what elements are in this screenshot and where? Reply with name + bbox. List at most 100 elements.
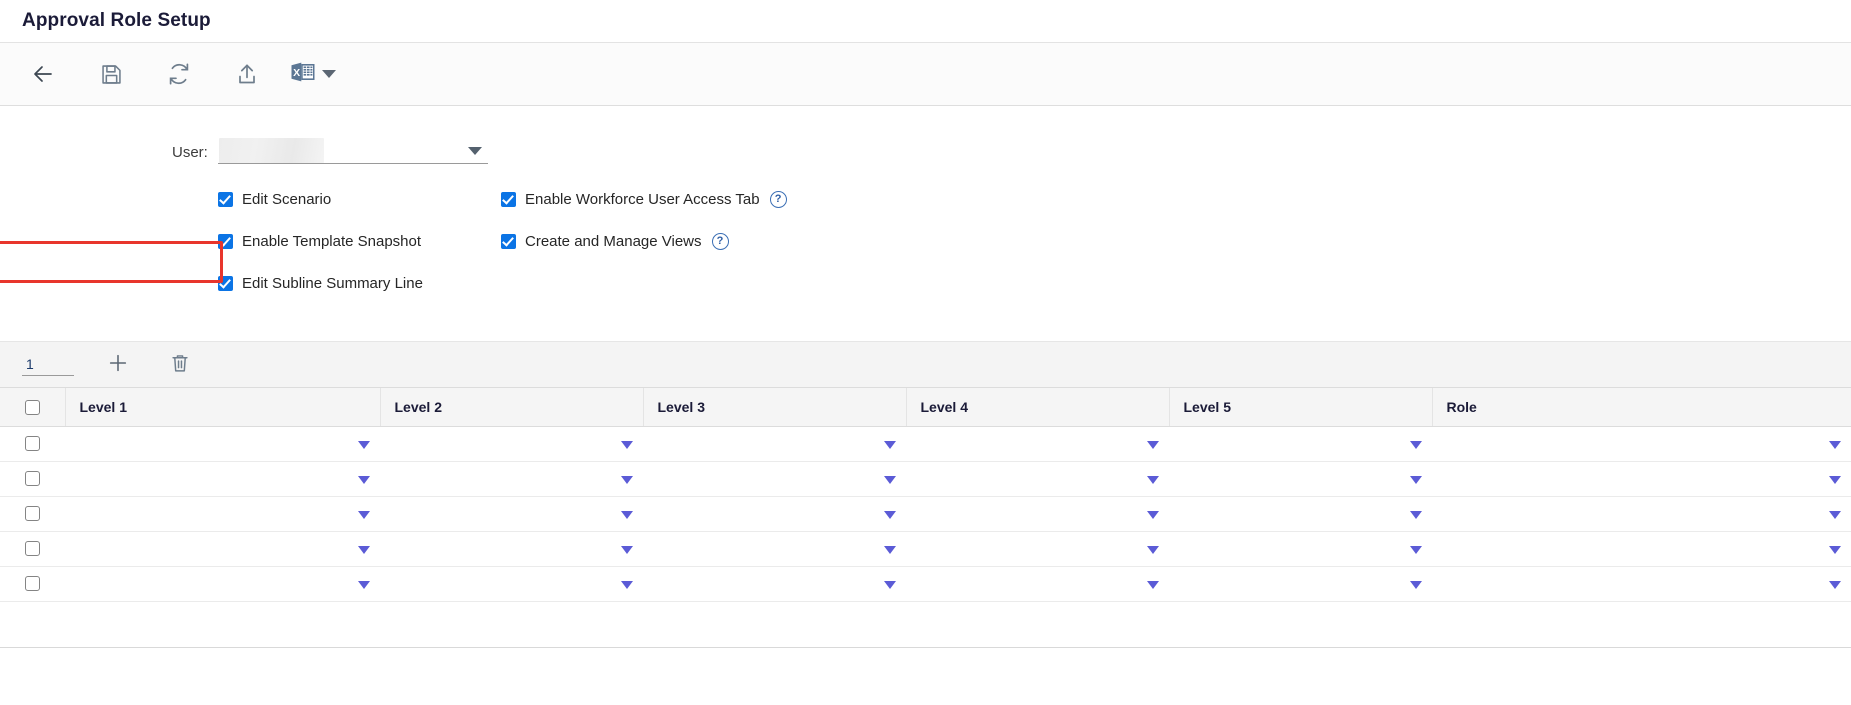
checkbox-edit-subline-summary-line[interactable]: Edit Subline Summary Line xyxy=(218,275,423,292)
select-all-checkbox[interactable] xyxy=(24,400,40,416)
column-header-level-3[interactable]: Level 3 xyxy=(643,388,907,427)
chevron-down-icon[interactable] xyxy=(1410,545,1422,554)
row-select-cell[interactable] xyxy=(0,531,65,567)
upload-export-button[interactable] xyxy=(226,53,268,95)
checkbox-checked-icon[interactable] xyxy=(501,233,516,249)
select-all-header[interactable] xyxy=(0,388,66,427)
chevron-down-icon[interactable] xyxy=(358,580,370,589)
cell-level2[interactable] xyxy=(380,566,643,602)
cell-level4[interactable] xyxy=(906,426,1169,462)
column-header-level-4[interactable]: Level 4 xyxy=(906,388,1170,427)
checkbox-checked-icon[interactable] xyxy=(218,275,233,291)
chevron-down-icon[interactable] xyxy=(322,70,336,78)
checkbox-edit-scenario[interactable]: Edit Scenario xyxy=(218,191,331,208)
row-checkbox[interactable] xyxy=(25,575,40,591)
chevron-down-icon[interactable] xyxy=(1147,475,1159,484)
chevron-down-icon[interactable] xyxy=(621,580,633,589)
user-select[interactable] xyxy=(217,137,488,164)
cell-level5[interactable] xyxy=(1169,496,1432,532)
chevron-down-icon[interactable] xyxy=(884,580,896,589)
cell-role[interactable] xyxy=(1432,426,1851,462)
chevron-down-icon[interactable] xyxy=(621,440,633,449)
cell-role[interactable] xyxy=(1432,461,1851,497)
back-button[interactable] xyxy=(22,53,64,95)
excel-export-menu[interactable]: X xyxy=(290,53,336,95)
help-icon[interactable]: ? xyxy=(711,232,729,250)
checkbox-checked-icon[interactable] xyxy=(501,191,516,207)
row-select-cell[interactable] xyxy=(0,496,65,532)
chevron-down-icon[interactable] xyxy=(621,510,633,519)
chevron-down-icon[interactable] xyxy=(1829,475,1841,484)
cell-level2[interactable] xyxy=(380,426,643,462)
chevron-down-icon[interactable] xyxy=(1410,440,1422,449)
chevron-down-icon[interactable] xyxy=(621,475,633,484)
chevron-down-icon[interactable] xyxy=(358,475,370,484)
row-checkbox[interactable] xyxy=(25,505,40,521)
chevron-down-icon[interactable] xyxy=(358,510,370,519)
cell-level1[interactable] xyxy=(65,426,380,462)
chevron-down-icon[interactable] xyxy=(884,510,896,519)
cell-level1[interactable] xyxy=(65,531,380,567)
row-checkbox[interactable] xyxy=(25,540,40,556)
row-checkbox[interactable] xyxy=(25,435,40,451)
chevron-down-icon[interactable] xyxy=(1410,580,1422,589)
row-select-cell[interactable] xyxy=(0,566,65,602)
cell-level5[interactable] xyxy=(1169,566,1432,602)
chevron-down-icon[interactable] xyxy=(884,545,896,554)
cell-level1[interactable] xyxy=(65,461,380,497)
chevron-down-icon[interactable] xyxy=(358,545,370,554)
chevron-down-icon[interactable] xyxy=(1410,475,1422,484)
column-header-level-2[interactable]: Level 2 xyxy=(380,388,644,427)
cell-level3[interactable] xyxy=(643,496,906,532)
chevron-down-icon[interactable] xyxy=(1147,510,1159,519)
chevron-down-icon[interactable] xyxy=(1829,440,1841,449)
refresh-button[interactable] xyxy=(158,53,200,95)
checkbox-checked-icon[interactable] xyxy=(218,233,233,249)
cell-level3[interactable] xyxy=(643,531,906,567)
cell-level2[interactable] xyxy=(380,531,643,567)
delete-row-button[interactable] xyxy=(162,348,198,382)
row-select-cell[interactable] xyxy=(0,426,65,462)
cell-role[interactable] xyxy=(1432,496,1851,532)
cell-role[interactable] xyxy=(1432,531,1851,567)
chevron-down-icon[interactable] xyxy=(1829,510,1841,519)
row-checkbox[interactable] xyxy=(25,470,40,486)
chevron-down-icon[interactable] xyxy=(1147,440,1159,449)
chevron-down-icon[interactable] xyxy=(884,475,896,484)
add-row-button[interactable] xyxy=(100,348,136,382)
cell-level4[interactable] xyxy=(906,531,1169,567)
row-select-cell[interactable] xyxy=(0,461,65,497)
cell-level4[interactable] xyxy=(906,566,1169,602)
checkbox-checked-icon[interactable] xyxy=(218,191,233,207)
cell-level5[interactable] xyxy=(1169,531,1432,567)
checkbox-enable-workforce-user-access-tab[interactable]: Enable Workforce User Access Tab xyxy=(501,191,760,208)
cell-level2[interactable] xyxy=(380,496,643,532)
cell-level4[interactable] xyxy=(906,496,1169,532)
chevron-down-icon[interactable] xyxy=(621,545,633,554)
checkbox-create-and-manage-views[interactable]: Create and Manage Views xyxy=(501,233,702,250)
cell-level3[interactable] xyxy=(643,566,906,602)
cell-level3[interactable] xyxy=(643,426,906,462)
cell-level5[interactable] xyxy=(1169,426,1432,462)
column-header-role[interactable]: Role xyxy=(1432,388,1851,427)
cell-level4[interactable] xyxy=(906,461,1169,497)
chevron-down-icon[interactable] xyxy=(1829,580,1841,589)
row-count-input[interactable] xyxy=(22,353,74,376)
cell-level1[interactable] xyxy=(65,566,380,602)
cell-level2[interactable] xyxy=(380,461,643,497)
chevron-down-icon[interactable] xyxy=(358,440,370,449)
cell-level3[interactable] xyxy=(643,461,906,497)
cell-level5[interactable] xyxy=(1169,461,1432,497)
column-header-level-5[interactable]: Level 5 xyxy=(1169,388,1433,427)
checkbox-enable-template-snapshot[interactable]: Enable Template Snapshot xyxy=(218,233,421,250)
cell-role[interactable] xyxy=(1432,566,1851,602)
chevron-down-icon[interactable] xyxy=(884,440,896,449)
chevron-down-icon[interactable] xyxy=(1829,545,1841,554)
chevron-down-icon[interactable] xyxy=(1147,545,1159,554)
chevron-down-icon[interactable] xyxy=(1410,510,1422,519)
chevron-down-icon[interactable] xyxy=(1147,580,1159,589)
cell-level1[interactable] xyxy=(65,496,380,532)
help-icon[interactable]: ? xyxy=(769,190,787,208)
chevron-down-icon[interactable] xyxy=(467,147,482,155)
save-button[interactable] xyxy=(90,53,132,95)
